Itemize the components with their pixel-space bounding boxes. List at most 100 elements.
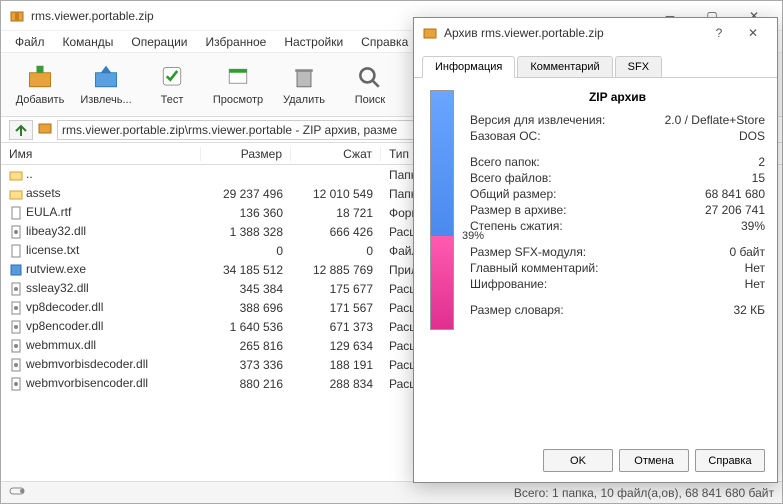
app-icon: [9, 8, 25, 24]
info-value: 39%: [741, 219, 765, 233]
dialog-controls: ? ✕: [703, 22, 769, 44]
info-row: Версия для извлечения: 2.0 / Deflate+Stor…: [470, 112, 765, 128]
txt-icon: [9, 244, 23, 258]
gauge-uncompressed: [431, 91, 453, 236]
tool-test-button[interactable]: Тест: [141, 57, 203, 113]
info-value: 2.0 / Deflate+Store: [665, 113, 765, 127]
info-row: Всего папок: 2: [470, 154, 765, 170]
up-button[interactable]: [9, 120, 33, 140]
info-key: Общий размер:: [470, 187, 556, 201]
gauge-bar: [430, 90, 454, 330]
archive-icon: [37, 120, 53, 139]
folder-up-icon: [9, 168, 23, 182]
info-key: Версия для извлечения:: [470, 113, 605, 127]
info-row: Размер в архиве: 27 206 741: [470, 202, 765, 218]
info-value: DOS: [739, 129, 765, 143]
dialog-title-bar: Архив rms.viewer.portable.zip ? ✕: [414, 18, 777, 48]
dll-icon: [9, 301, 23, 315]
dialog-tabs: ИнформацияКомментарийSFX: [414, 52, 777, 78]
info-key: Шифрование:: [470, 277, 547, 291]
info-key: Всего папок:: [470, 155, 540, 169]
info-row: Всего файлов:15: [470, 170, 765, 186]
add-icon: [24, 64, 56, 92]
col-size[interactable]: Размер: [201, 147, 291, 161]
dialog-buttons: OK Отмена Справка: [543, 449, 765, 472]
col-name[interactable]: Имя: [1, 147, 201, 161]
dll-icon: [9, 358, 23, 372]
tool-add-button[interactable]: Добавить: [9, 57, 71, 113]
extract-icon: [90, 64, 122, 92]
info-value: 2: [758, 155, 765, 169]
gauge-compressed: [431, 236, 453, 329]
dll-icon: [9, 339, 23, 353]
info-row: Главный комментарий: Нет: [470, 260, 765, 276]
tool-label: Просмотр: [213, 94, 263, 106]
status-left-icon: [9, 485, 29, 500]
info-value: 68 841 680: [705, 187, 765, 201]
status-text: Всего: 1 папка, 10 файл(а,ов), 68 841 68…: [29, 486, 774, 500]
info-row: Размер словаря: 32 КБ: [470, 302, 765, 318]
info-value: 27 206 741: [705, 203, 765, 217]
menu-операции[interactable]: Операции: [123, 33, 195, 51]
cancel-button[interactable]: Отмена: [619, 449, 689, 472]
info-key: Главный комментарий:: [470, 261, 598, 275]
info-key: Всего файлов:: [470, 171, 552, 185]
dialog-icon: [422, 25, 438, 41]
menu-файл[interactable]: Файл: [7, 33, 53, 51]
find-icon: [354, 64, 386, 92]
tab-информация[interactable]: Информация: [422, 56, 515, 78]
help-button[interactable]: Справка: [695, 449, 765, 472]
info-row: Размер SFX-модуля: 0 байт: [470, 244, 765, 260]
menu-настройки[interactable]: Настройки: [276, 33, 351, 51]
info-row: Шифрование: Нет: [470, 276, 765, 292]
folder-icon: [9, 187, 23, 201]
archive-info-dialog: Архив rms.viewer.portable.zip ? ✕ Информ…: [413, 17, 778, 483]
dll-icon: [9, 225, 23, 239]
info-row: Базовая ОС: DOS: [470, 128, 765, 144]
rtf-icon: [9, 206, 23, 220]
delete-icon: [288, 64, 320, 92]
menu-избранное[interactable]: Избранное: [198, 33, 275, 51]
compression-gauge: 39%: [426, 90, 458, 330]
info-column: ZIP архив Версия для извлечения: 2.0 / De…: [470, 90, 765, 330]
tool-extract-button[interactable]: Извлечь...: [75, 57, 137, 113]
test-icon: [156, 64, 188, 92]
archive-type-heading: ZIP архив: [470, 90, 765, 104]
tool-find-button[interactable]: Поиск: [339, 57, 401, 113]
dialog-title: Архив rms.viewer.portable.zip: [444, 26, 703, 40]
tool-label: Удалить: [283, 94, 325, 106]
dll-icon: [9, 320, 23, 334]
tab-комментарий[interactable]: Комментарий: [517, 56, 612, 77]
info-value: 32 КБ: [733, 303, 765, 317]
tool-delete-button[interactable]: Удалить: [273, 57, 335, 113]
tool-label: Поиск: [355, 94, 385, 106]
exe-icon: [9, 263, 23, 277]
info-key: Размер SFX-модуля:: [470, 245, 586, 259]
tool-label: Тест: [161, 94, 184, 106]
tool-label: Извлечь...: [80, 94, 131, 106]
dialog-help-button[interactable]: ?: [703, 22, 735, 44]
tool-label: Добавить: [16, 94, 65, 106]
ok-button[interactable]: OK: [543, 449, 613, 472]
info-key: Размер в архиве:: [470, 203, 566, 217]
info-key: Базовая ОС:: [470, 129, 541, 143]
dialog-body: 39% ZIP архив Версия для извлечения: 2.0 …: [414, 78, 777, 342]
tool-view-button[interactable]: Просмотр: [207, 57, 269, 113]
dll-icon: [9, 377, 23, 391]
status-bar: Всего: 1 папка, 10 файл(а,ов), 68 841 68…: [1, 481, 782, 503]
view-icon: [222, 64, 254, 92]
info-value: Нет: [745, 261, 765, 275]
menu-справка[interactable]: Справка: [353, 33, 416, 51]
dialog-close-button[interactable]: ✕: [737, 22, 769, 44]
info-row: Общий размер: 68 841 680: [470, 186, 765, 202]
info-value: 0 байт: [730, 245, 765, 259]
dll-icon: [9, 282, 23, 296]
path-text: rms.viewer.portable.zip\rms.viewer.porta…: [62, 123, 397, 137]
col-packed[interactable]: Сжат: [291, 147, 381, 161]
menu-команды[interactable]: Команды: [55, 33, 122, 51]
tab-sfx[interactable]: SFX: [615, 56, 662, 77]
info-value: Нет: [745, 277, 765, 291]
gauge-percent-label: 39%: [462, 230, 484, 242]
info-key: Размер словаря:: [470, 303, 564, 317]
info-row: Степень сжатия:39%: [470, 218, 765, 234]
